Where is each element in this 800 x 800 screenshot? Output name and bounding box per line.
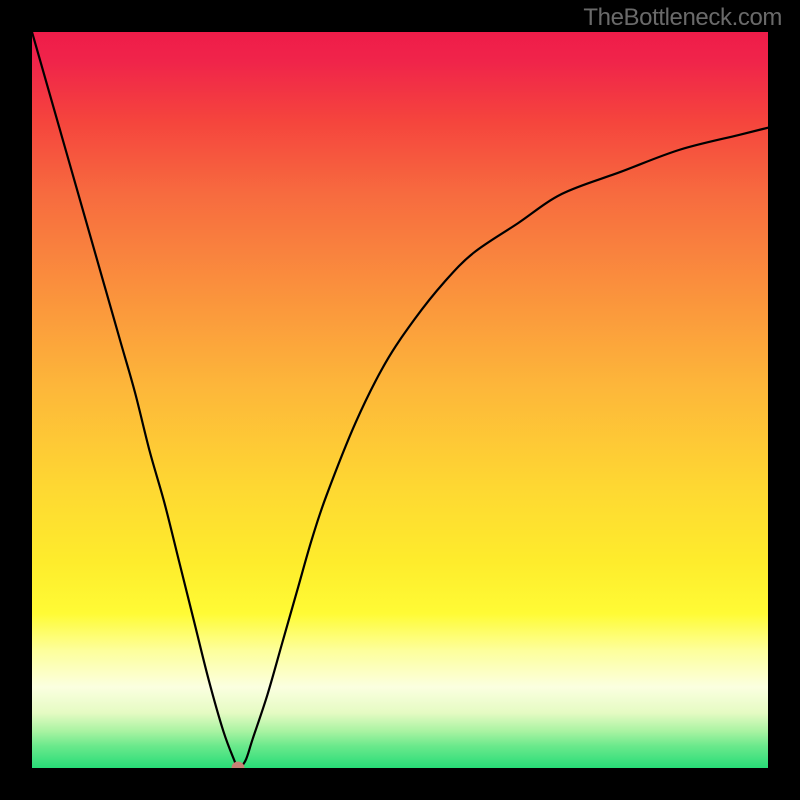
bottleneck-curve — [32, 32, 768, 768]
chart-frame: TheBottleneck.com — [0, 0, 800, 800]
watermark-text: TheBottleneck.com — [583, 4, 782, 32]
plot-area — [32, 32, 768, 768]
optimal-point-marker — [232, 762, 245, 769]
